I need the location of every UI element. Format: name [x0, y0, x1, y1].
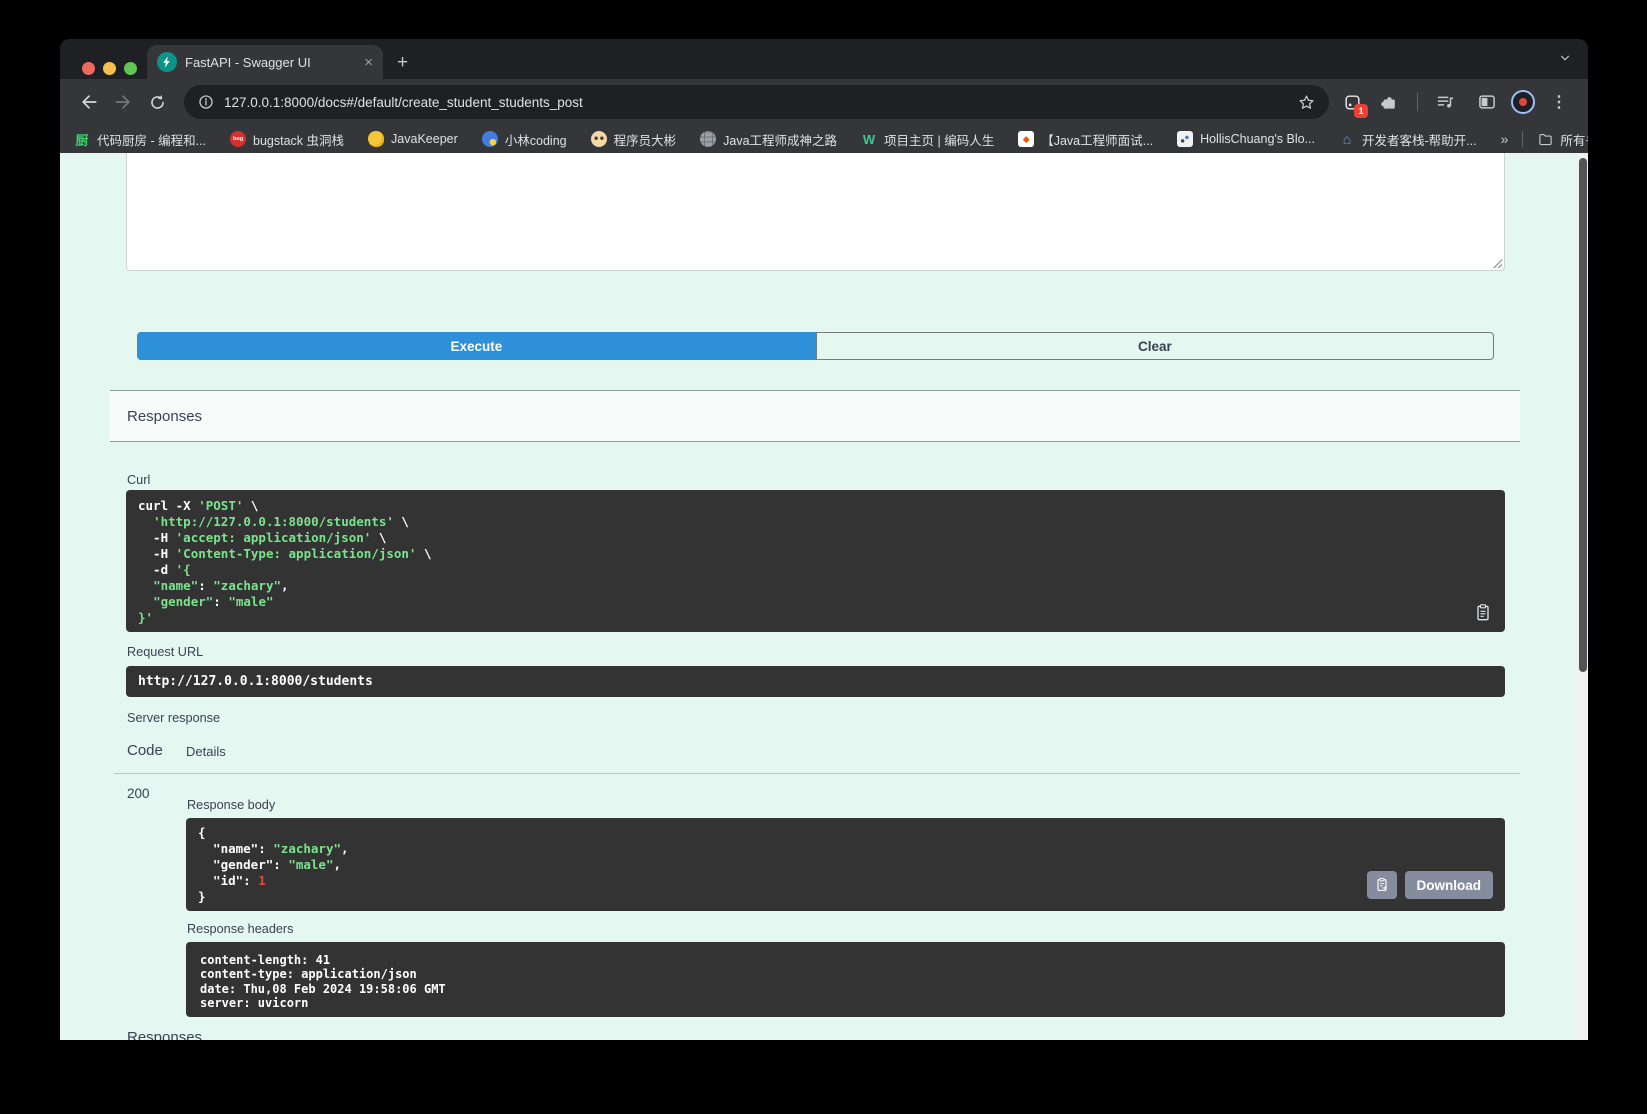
url-text[interactable]: 127.0.0.1:8000/docs#/default/create_stud… [224, 95, 1298, 110]
bookmark-item[interactable]: 小林coding [482, 130, 567, 149]
bookmark-label: 【Java工程师面试... [1041, 130, 1153, 149]
extensions-puzzle-icon[interactable] [1376, 89, 1402, 115]
bookmark-item[interactable]: ◆ 【Java工程师面试... [1018, 130, 1153, 149]
bookmark-item[interactable]: HollisChuang's Blo... [1177, 130, 1315, 149]
bookmark-label: 程序员大彬 [614, 130, 677, 149]
responses-section-header: Responses [110, 390, 1520, 442]
bookmark-label: 小林coding [505, 130, 567, 149]
bookmark-item[interactable]: bug bugstack 虫洞栈 [230, 130, 344, 149]
bookmarks-right: » 所有书签 [1501, 130, 1588, 149]
new-tab-button[interactable]: + [397, 53, 408, 72]
tab-search-chevron-icon[interactable] [1558, 51, 1572, 65]
w-favicon-icon: W [861, 131, 877, 147]
toolbar-right-icons: 1 ⋮ [1339, 89, 1576, 115]
execute-wrapper: Execute Clear [137, 332, 1494, 360]
profile-avatar[interactable] [1511, 90, 1535, 114]
bookmarks-list: 厨代码厨房 - 编程和... bug bugstack 虫洞栈 JavaKeeper 小… [74, 130, 1477, 149]
tab-title: FastAPI - Swagger UI [185, 55, 356, 70]
page-scrollbar[interactable] [1578, 153, 1588, 1040]
minimize-window-button[interactable] [103, 62, 116, 75]
interview-favicon-icon: ◆ [1018, 131, 1034, 147]
curl-code-block: curl -X 'POST' \ 'http://127.0.0.1:8000/… [126, 490, 1505, 632]
bookmarks-bar: 厨代码厨房 - 编程和... bug bugstack 虫洞栈 JavaKeeper 小… [60, 125, 1588, 153]
bookmark-label: bugstack 虫洞栈 [253, 130, 344, 149]
all-bookmarks-label: 所有书签 [1560, 130, 1588, 149]
reload-icon[interactable] [144, 89, 170, 115]
forward-icon[interactable] [110, 89, 136, 115]
response-headers-code: content-length: 41content-type: applicat… [200, 953, 1491, 1010]
download-button[interactable]: Download [1405, 871, 1494, 899]
request-url-value: http://127.0.0.1:8000/students [138, 674, 373, 689]
clear-button[interactable]: Clear [816, 332, 1494, 360]
response-table-divider [114, 773, 1520, 774]
swagger-page: Execute Clear Responses Curl curl -X 'PO… [60, 153, 1588, 1040]
bookmark-item[interactable]: Java工程师成神之路 [700, 130, 837, 149]
status-code: 200 [127, 786, 150, 801]
house-favicon-icon: ⌂ [1339, 131, 1355, 147]
globe-favicon-icon [700, 131, 716, 147]
curl-label: Curl [127, 473, 150, 487]
address-bar[interactable]: 127.0.0.1:8000/docs#/default/create_stud… [184, 85, 1329, 119]
responses-title: Responses [127, 408, 202, 425]
bookmark-item[interactable]: 程序员大彬 [591, 130, 677, 149]
close-window-button[interactable] [82, 62, 95, 75]
details-column-header: Details [186, 744, 226, 759]
copy-response-button[interactable] [1367, 871, 1397, 899]
folder-icon [1537, 131, 1553, 147]
maximize-window-button[interactable] [124, 62, 137, 75]
response-body-code: { "name": "zachary", "gender": "male", "… [198, 825, 1493, 905]
dabin-favicon-icon [591, 131, 607, 147]
response-body-block: { "name": "zachary", "gender": "male", "… [186, 818, 1505, 911]
response-headers-block: content-length: 41content-type: applicat… [186, 942, 1505, 1017]
extension-icon[interactable]: 1 [1339, 89, 1365, 115]
javakeeper-favicon-icon [368, 131, 384, 147]
bookmark-star-icon[interactable] [1298, 94, 1315, 111]
media-controls-icon[interactable] [1433, 89, 1459, 115]
fastapi-favicon-icon [157, 52, 177, 72]
request-body-textarea[interactable] [126, 153, 1505, 271]
menu-kebab-icon[interactable]: ⋮ [1546, 89, 1572, 115]
profile-avatar-dot [1519, 98, 1527, 106]
bookmark-item[interactable]: JavaKeeper [368, 130, 458, 149]
window-controls [82, 62, 137, 75]
response-headers-label: Response headers [187, 922, 294, 936]
execute-button[interactable]: Execute [137, 332, 816, 360]
back-icon[interactable] [76, 89, 102, 115]
bookmark-label: Java工程师成神之路 [723, 130, 837, 149]
toolbar-separator [1417, 93, 1418, 111]
kitchen-favicon-icon: 厨 [74, 131, 90, 147]
extension-badge: 1 [1354, 104, 1368, 118]
scrollbar-thumb[interactable] [1579, 158, 1587, 672]
bugstack-favicon-icon: bug [230, 131, 246, 147]
tab-strip: FastAPI - Swagger UI × + [60, 39, 1588, 79]
bookmark-label: 项目主页 | 编码人生 [884, 130, 994, 149]
bookmark-label: HollisChuang's Blo... [1200, 132, 1315, 146]
browser-window: FastAPI - Swagger UI × + 127.0.0.1:8000/… [60, 39, 1588, 1040]
browser-toolbar: 127.0.0.1:8000/docs#/default/create_stud… [60, 79, 1588, 125]
bookmark-label: 代码厨房 - 编程和... [97, 130, 206, 149]
textarea-resize-grip[interactable] [1491, 257, 1502, 268]
server-response-label: Server response [127, 711, 220, 725]
all-bookmarks-button[interactable]: 所有书签 [1537, 130, 1588, 149]
bookmarks-overflow-chevron[interactable]: » [1501, 131, 1509, 147]
side-panel-icon[interactable] [1474, 89, 1500, 115]
responses-doc-title: Responses [127, 1029, 202, 1040]
code-column-header: Code [127, 742, 163, 759]
bookmark-label: 开发者客栈-帮助开... [1362, 130, 1477, 149]
bookmarks-separator [1522, 131, 1523, 147]
curl-code: curl -X 'POST' \ 'http://127.0.0.1:8000/… [138, 498, 1493, 626]
bookmark-item[interactable]: 厨代码厨房 - 编程和... [74, 130, 206, 149]
request-url-label: Request URL [127, 645, 203, 659]
copy-curl-icon[interactable] [1473, 603, 1493, 623]
request-url-block: http://127.0.0.1:8000/students [126, 666, 1505, 697]
browser-tab[interactable]: FastAPI - Swagger UI × [147, 45, 383, 79]
xiaolin-favicon-icon [482, 131, 498, 147]
bookmark-item[interactable]: W 项目主页 | 编码人生 [861, 130, 994, 149]
response-body-label: Response body [187, 798, 275, 812]
close-tab-icon[interactable]: × [364, 55, 373, 70]
site-info-icon[interactable] [198, 94, 214, 110]
bookmark-item[interactable]: ⌂ 开发者客栈-帮助开... [1339, 130, 1477, 149]
hollis-favicon-icon [1177, 131, 1193, 147]
bookmark-label: JavaKeeper [391, 132, 458, 146]
